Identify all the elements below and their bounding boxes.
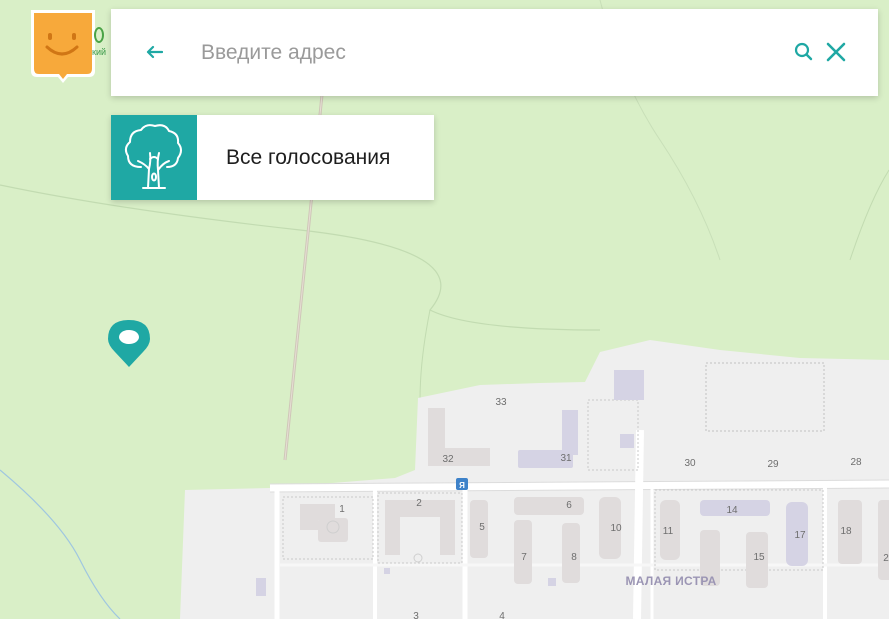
bus-stop-icon: Я xyxy=(456,478,468,490)
svg-text:Я: Я xyxy=(459,481,465,490)
logo-partial-text: кий xyxy=(92,47,106,57)
votes-icon-box xyxy=(111,115,197,200)
house-number: 7 xyxy=(521,552,527,563)
house-number: 5 xyxy=(479,522,485,533)
house-number: 31 xyxy=(560,453,572,464)
house-number: 18 xyxy=(840,526,852,537)
house-number: 28 xyxy=(850,457,862,468)
back-button[interactable] xyxy=(141,39,167,65)
house-number: 8 xyxy=(571,552,577,563)
house-number: 32 xyxy=(442,454,454,465)
tree-icon xyxy=(124,124,182,189)
search-icon xyxy=(794,42,813,61)
address-search-input[interactable] xyxy=(199,33,763,73)
map-pin-marker[interactable] xyxy=(107,319,151,369)
district-label: МАЛАЯ ИСТРА xyxy=(625,574,716,588)
address-search-bar xyxy=(111,9,878,96)
house-number: 6 xyxy=(566,500,572,511)
house-number: 33 xyxy=(495,397,507,408)
house-number: 14 xyxy=(726,505,738,516)
house-number: 3 xyxy=(413,611,419,619)
house-number: 30 xyxy=(684,458,696,469)
all-votes-button[interactable]: Все голосования xyxy=(111,115,434,200)
house-number: 10 xyxy=(610,523,622,534)
close-icon xyxy=(826,42,846,62)
site-logo[interactable] xyxy=(30,9,96,83)
map-pin-icon xyxy=(108,320,150,367)
all-votes-label: Все голосования xyxy=(226,146,391,169)
clear-search-button[interactable] xyxy=(824,40,848,64)
search-button[interactable] xyxy=(793,41,815,63)
arrow-left-icon xyxy=(146,45,163,59)
house-number: 4 xyxy=(499,611,505,619)
house-number: 29 xyxy=(767,459,779,470)
house-number: 15 xyxy=(753,552,765,563)
house-number: 11 xyxy=(663,526,674,537)
house-number: 2 xyxy=(416,498,422,509)
smiley-shield-logo xyxy=(31,10,95,83)
house-number: 2 xyxy=(883,553,889,564)
logo-partial-icon xyxy=(94,27,104,43)
house-number: 17 xyxy=(794,530,806,541)
house-number: 1 xyxy=(339,504,345,515)
